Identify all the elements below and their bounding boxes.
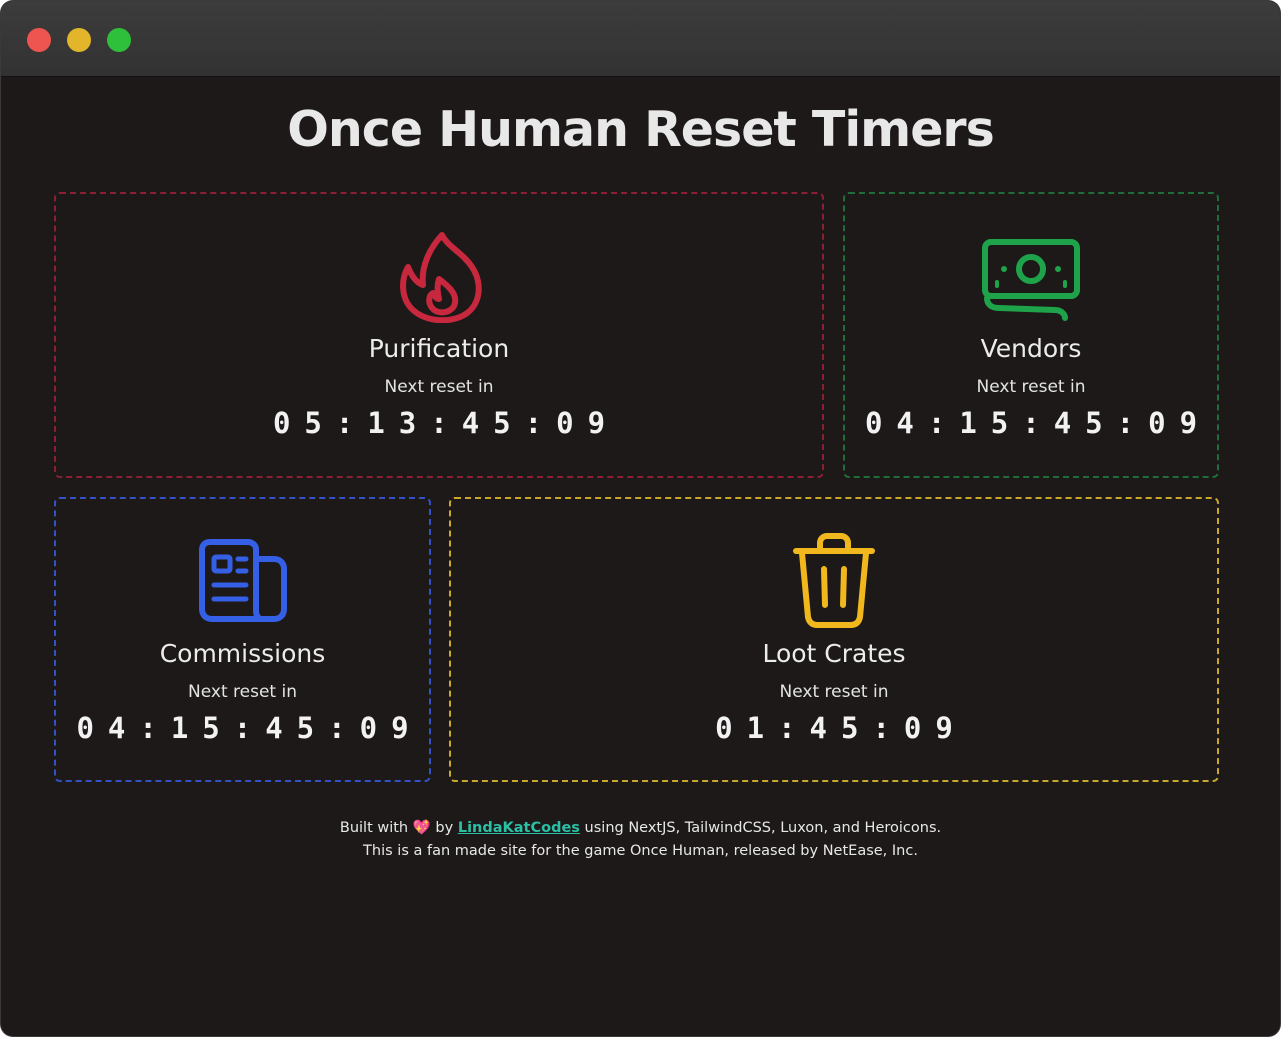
browser-window: Once Human Reset Timers Purification Nex… bbox=[1, 1, 1280, 1036]
loot-crates-title: Loot Crates bbox=[762, 639, 906, 668]
close-window-button[interactable] bbox=[27, 28, 51, 52]
footer-built-suffix: using NextJS, TailwindCSS, Luxon, and He… bbox=[584, 820, 942, 836]
purification-subtitle: Next reset in bbox=[384, 377, 494, 397]
page-footer: Built with 💖 by LindaKatCodes using Next… bbox=[1, 817, 1280, 863]
loot-crates-timer: 01:45:09 bbox=[715, 711, 967, 745]
window-titlebar bbox=[1, 1, 1280, 77]
maximize-window-button[interactable] bbox=[107, 28, 131, 52]
vendors-card: Vendors Next reset in 04:15:45:09 bbox=[843, 192, 1219, 478]
vendors-timer: 04:15:45:09 bbox=[864, 406, 1212, 440]
page-content: Once Human Reset Timers Purification Nex… bbox=[1, 77, 1280, 1036]
banknotes-icon bbox=[982, 239, 1080, 321]
footer-disclaimer: This is a fan made site for the game Onc… bbox=[363, 843, 918, 859]
minimize-window-button[interactable] bbox=[67, 28, 91, 52]
purification-card: Purification Next reset in 05:13:45:09 bbox=[54, 192, 824, 478]
page-title: Once Human Reset Timers bbox=[287, 101, 995, 158]
loot-crates-subtitle: Next reset in bbox=[779, 682, 889, 702]
author-link[interactable]: LindaKatCodes bbox=[458, 820, 580, 836]
fire-icon bbox=[400, 232, 482, 323]
commissions-timer: 04:15:45:09 bbox=[76, 711, 423, 745]
vendors-title: Vendors bbox=[980, 334, 1082, 363]
purification-title: Purification bbox=[368, 334, 510, 363]
footer-by: by bbox=[435, 820, 454, 836]
commissions-card: Commissions Next reset in 04:15:45:09 bbox=[54, 497, 431, 782]
footer-credits: Built with 💖 by LindaKatCodes using Next… bbox=[1, 817, 1280, 840]
commissions-title: Commissions bbox=[159, 639, 326, 668]
footer-built-prefix: Built with bbox=[339, 820, 409, 836]
loot-crates-card: Loot Crates Next reset in 01:45:09 bbox=[449, 497, 1219, 782]
purification-timer: 05:13:45:09 bbox=[272, 406, 620, 440]
heart-icon: 💖 bbox=[412, 820, 431, 836]
commissions-subtitle: Next reset in bbox=[188, 682, 297, 702]
newspaper-icon bbox=[199, 539, 287, 622]
vendors-subtitle: Next reset in bbox=[976, 377, 1086, 397]
trash-icon bbox=[793, 533, 875, 628]
